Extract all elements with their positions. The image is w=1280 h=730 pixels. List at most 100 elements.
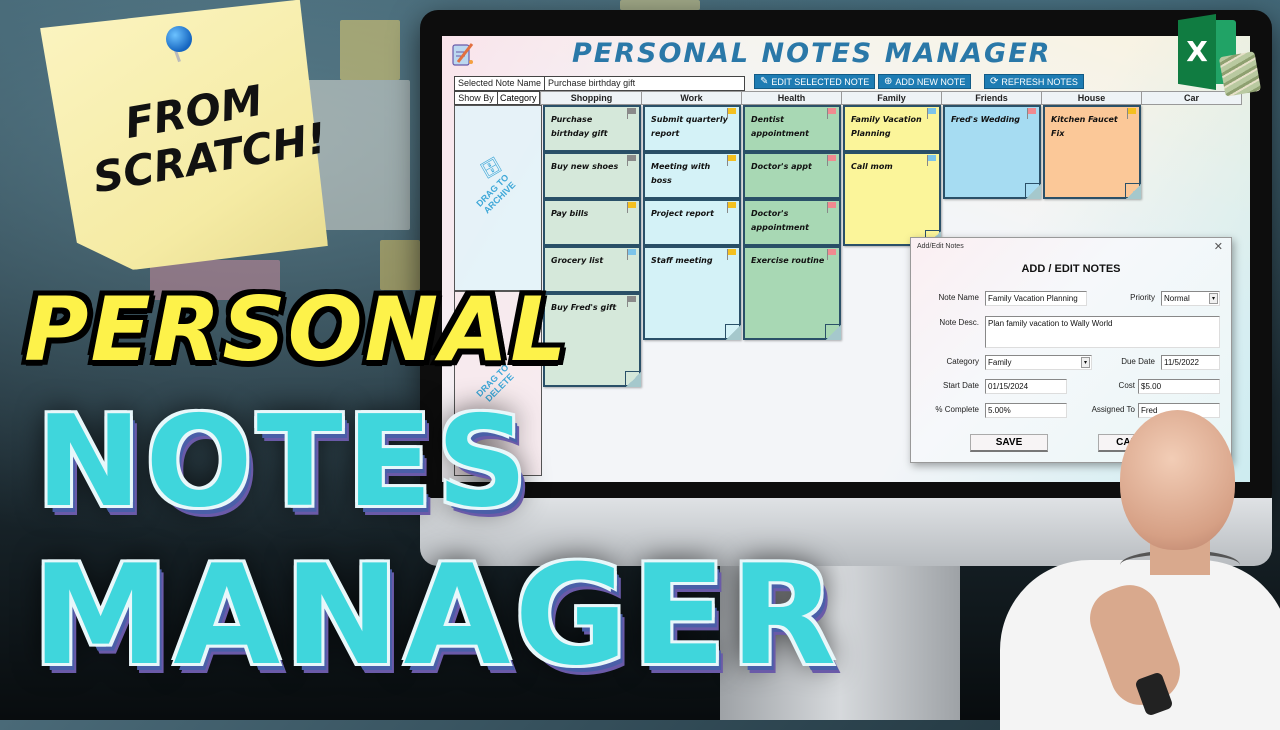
priority-flag-icon bbox=[827, 202, 836, 213]
note-card-health[interactable]: Exercise routine bbox=[743, 246, 841, 340]
excel-x: X bbox=[1178, 14, 1216, 90]
close-icon[interactable]: ✕ bbox=[1214, 240, 1223, 253]
note-card-friends[interactable]: Fred's Wedding bbox=[943, 105, 1041, 199]
presenter-photo bbox=[990, 410, 1280, 730]
page-curl-icon bbox=[725, 324, 741, 340]
due-date-label: Due Date bbox=[1121, 357, 1155, 366]
chevron-down-icon[interactable]: ▾ bbox=[1209, 293, 1218, 304]
priority-flag-icon bbox=[1027, 108, 1036, 119]
pushpin-icon bbox=[166, 26, 192, 52]
headline-manager: MANAGER bbox=[32, 535, 841, 696]
note-card-work[interactable]: Submit quarterly report bbox=[643, 105, 741, 152]
due-date-field[interactable]: 11/5/2022 bbox=[1161, 355, 1220, 370]
note-card-work[interactable]: Meeting with boss bbox=[643, 152, 741, 199]
note-title: Buy new shoes bbox=[551, 162, 619, 171]
category-label: Category bbox=[946, 357, 979, 366]
selected-note-value[interactable]: Purchase birthday gift bbox=[545, 76, 746, 91]
priority-flag-icon bbox=[627, 296, 636, 307]
priority-flag-icon bbox=[1127, 108, 1136, 119]
note-card-shopping[interactable]: Buy new shoes bbox=[543, 152, 641, 199]
priority-label: Priority bbox=[1130, 293, 1155, 302]
refresh-icon: ⟳ bbox=[990, 76, 999, 87]
note-card-house[interactable]: Kitchen Faucet Fix bbox=[1043, 105, 1141, 199]
priority-flag-icon bbox=[827, 155, 836, 166]
note-title: Dentist appointment bbox=[751, 115, 809, 138]
note-title: Family Vacation Planning bbox=[851, 115, 922, 138]
priority-flag-icon bbox=[827, 249, 836, 260]
category-header-shopping: Shopping bbox=[542, 91, 642, 105]
note-desc-field[interactable]: Plan family vacation to Wally World bbox=[985, 316, 1220, 348]
category-header-row: Shopping Work Health Family Friends Hous… bbox=[542, 91, 1242, 105]
start-date-label: Start Date bbox=[942, 381, 979, 390]
priority-flag-icon bbox=[627, 155, 636, 166]
priority-value: Normal bbox=[1164, 294, 1190, 303]
note-card-family[interactable]: Family Vacation Planning bbox=[843, 105, 941, 152]
dialog-window-title: Add/Edit Notes bbox=[917, 243, 964, 250]
note-card-shopping[interactable]: Pay bills bbox=[543, 199, 641, 246]
chevron-down-icon[interactable]: ▾ bbox=[1081, 357, 1090, 368]
archive-drop-zone[interactable]: 🗄 DRAG TO ARCHIVE bbox=[454, 105, 542, 291]
add-button-label: ADD NEW NOTE bbox=[895, 76, 966, 87]
priority-flag-icon bbox=[927, 108, 936, 119]
priority-flag-icon bbox=[727, 249, 736, 260]
page-curl-icon bbox=[1125, 183, 1141, 199]
refresh-notes-button[interactable]: ⟳ REFRESH NOTES bbox=[984, 74, 1084, 89]
background-note bbox=[340, 20, 400, 80]
cost-field[interactable]: $5.00 bbox=[1138, 379, 1220, 394]
start-date-field[interactable]: 01/15/2024 bbox=[985, 379, 1067, 394]
note-title: Exercise routine bbox=[751, 256, 825, 265]
excel-logo-icon: X bbox=[1178, 14, 1262, 97]
note-title: Submit quarterly report bbox=[651, 115, 728, 138]
note-title: Call mom bbox=[851, 162, 893, 171]
page-curl-icon bbox=[1025, 183, 1041, 199]
note-card-health[interactable]: Dentist appointment bbox=[743, 105, 841, 152]
priority-flag-icon bbox=[727, 202, 736, 213]
cost-label: Cost bbox=[1118, 381, 1135, 390]
note-card-work[interactable]: Staff meeting bbox=[643, 246, 741, 340]
show-by-row: Show By Category ▾ bbox=[454, 91, 552, 105]
selected-note-label: Selected Note Name bbox=[454, 76, 546, 91]
priority-select[interactable]: Normal ▾ bbox=[1161, 291, 1220, 306]
note-card-family[interactable]: Call mom bbox=[843, 152, 941, 246]
category-header-work: Work bbox=[642, 91, 742, 105]
priority-flag-icon bbox=[827, 108, 836, 119]
priority-flag-icon bbox=[727, 108, 736, 119]
plus-circle-icon: ⊕ bbox=[884, 76, 893, 87]
category-select[interactable]: Family ▾ bbox=[985, 355, 1092, 370]
priority-flag-icon bbox=[627, 202, 636, 213]
money-stack-icon bbox=[1218, 51, 1262, 97]
category-header-health: Health bbox=[742, 91, 842, 105]
category-header-house: House bbox=[1042, 91, 1142, 105]
category-header-friends: Friends bbox=[942, 91, 1042, 105]
note-title: Kitchen Faucet Fix bbox=[1051, 115, 1118, 138]
note-title: Staff meeting bbox=[651, 256, 713, 265]
note-card-work[interactable]: Project report bbox=[643, 199, 741, 246]
note-card-health[interactable]: Doctor's appt bbox=[743, 152, 841, 199]
edit-selected-note-button[interactable]: ✎ EDIT SELECTED NOTE bbox=[754, 74, 876, 89]
edit-button-label: EDIT SELECTED NOTE bbox=[771, 76, 870, 87]
notepad-pencil-icon bbox=[452, 43, 474, 66]
note-title: Grocery list bbox=[551, 256, 604, 265]
note-name-field[interactable]: Family Vacation Planning bbox=[985, 291, 1087, 306]
note-card-health[interactable]: Doctor's appointment bbox=[743, 199, 841, 246]
priority-flag-icon bbox=[727, 155, 736, 166]
priority-flag-icon bbox=[627, 249, 636, 260]
headline-personal: PERSONAL bbox=[24, 278, 569, 381]
add-new-note-button[interactable]: ⊕ ADD NEW NOTE bbox=[878, 74, 972, 89]
note-title: Pay bills bbox=[551, 209, 589, 218]
priority-flag-icon bbox=[627, 108, 636, 119]
show-by-select[interactable]: Category bbox=[498, 91, 540, 105]
note-title: Fred's Wedding bbox=[951, 115, 1021, 124]
note-title: Project report bbox=[651, 209, 714, 218]
category-header-family: Family bbox=[842, 91, 942, 105]
app-title: PERSONAL NOTES MANAGER bbox=[572, 38, 1052, 69]
page-curl-icon bbox=[825, 324, 841, 340]
note-title: Purchase birthday gift bbox=[551, 115, 608, 138]
note-title: Doctor's appointment bbox=[751, 209, 809, 232]
edit-icon: ✎ bbox=[760, 76, 769, 87]
note-title: Doctor's appt bbox=[751, 162, 812, 171]
page-curl-icon bbox=[625, 371, 641, 387]
priority-flag-icon bbox=[927, 155, 936, 166]
background-note bbox=[620, 0, 700, 10]
note-card-shopping[interactable]: Purchase birthday gift bbox=[543, 105, 641, 152]
